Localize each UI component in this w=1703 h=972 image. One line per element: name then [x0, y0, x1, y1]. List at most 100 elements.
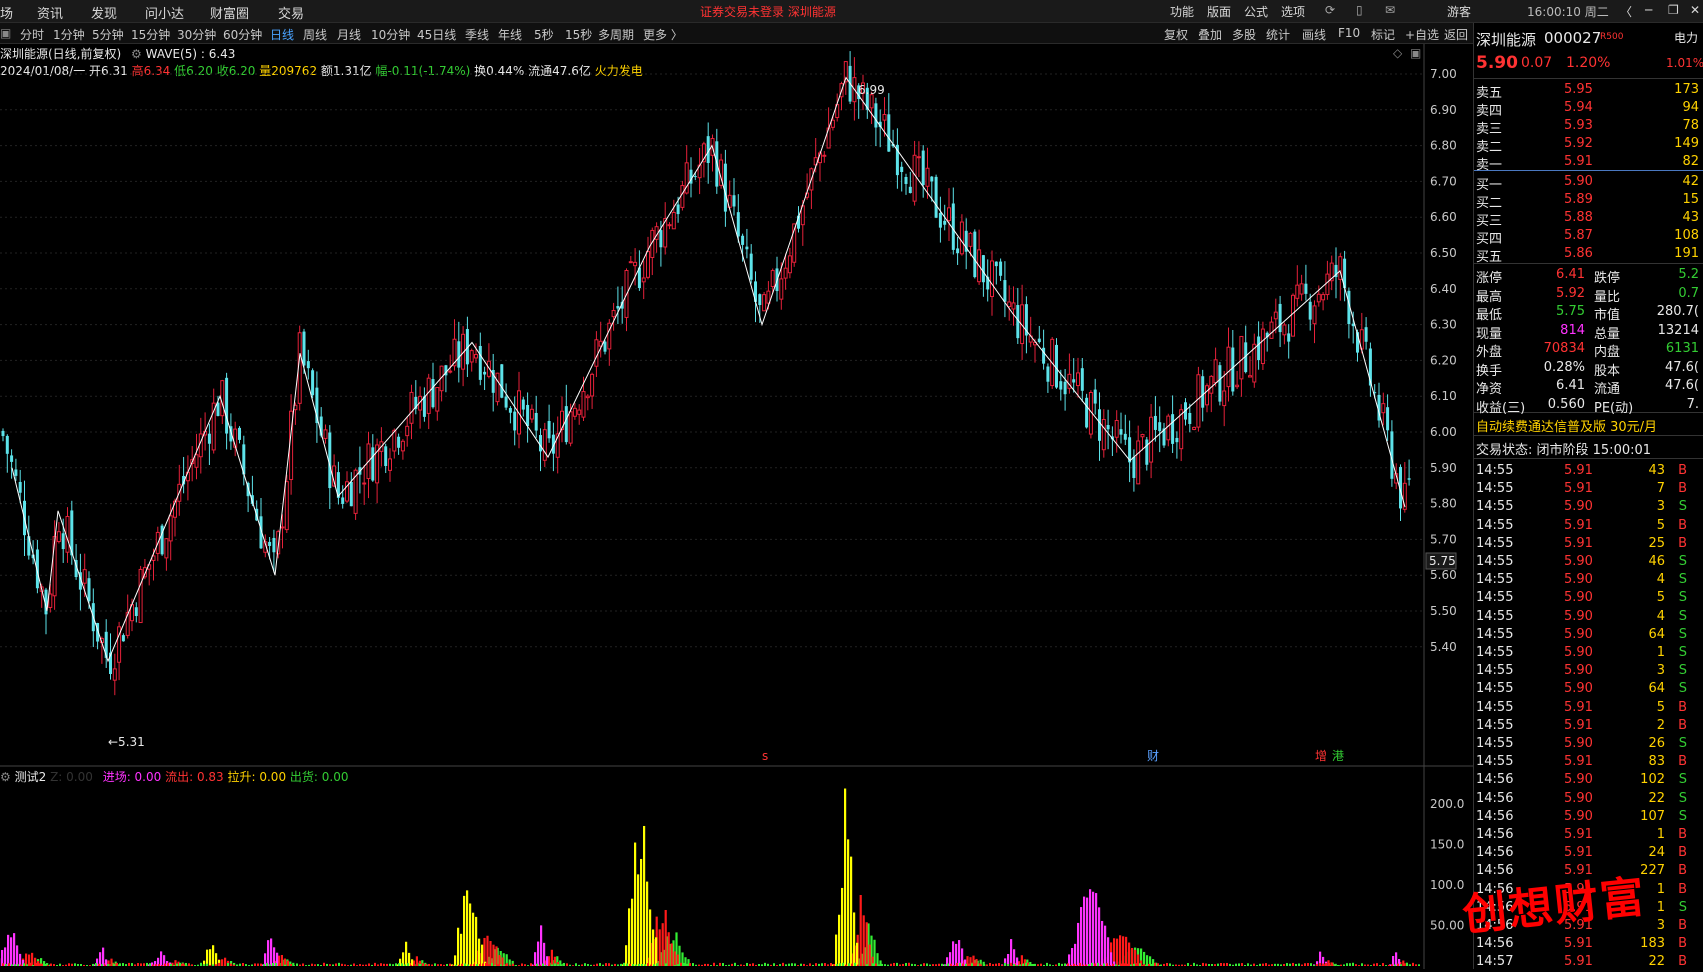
period-tab[interactable]: 多周期 [598, 26, 634, 43]
refresh-icon[interactable]: ⟳ [1325, 3, 1335, 17]
tick-row[interactable]: 14:555.9143B [1476, 463, 1701, 481]
tick-row[interactable]: 14:555.912B [1476, 718, 1701, 736]
menu-item-news[interactable]: 资讯 [37, 3, 63, 22]
bid-row[interactable]: 买五5.86191 [1476, 246, 1701, 264]
period-tab-daily[interactable]: 日线 [270, 26, 294, 43]
stat-row[interactable]: 最高5.92量比0.7 [1476, 286, 1701, 304]
period-tab[interactable]: 10分钟 [371, 26, 410, 43]
tick-row[interactable]: 14:555.903S [1476, 499, 1701, 517]
tick-row[interactable]: 14:555.904S [1476, 572, 1701, 590]
menu-item-trade[interactable]: 交易 [278, 3, 304, 22]
menu-item-0[interactable]: 场 [0, 3, 13, 22]
tick-row[interactable]: 14:565.911B [1476, 827, 1701, 845]
period-tab[interactable]: 季线 [465, 26, 489, 43]
toolbar-stats[interactable]: 统计 [1266, 26, 1290, 43]
period-tab[interactable]: 45日线 [417, 26, 456, 43]
period-tab[interactable]: 60分钟 [223, 26, 262, 43]
bid-row[interactable]: 买一5.9042 [1476, 174, 1701, 192]
menu-function[interactable]: 功能 [1170, 3, 1194, 20]
promo-text[interactable]: 自动续费通达信普及版 30元/月 [1476, 416, 1657, 435]
back-icon[interactable]: 〈 [1620, 3, 1632, 20]
tick-row[interactable]: 14:555.9026S [1476, 736, 1701, 754]
ask-row[interactable]: 卖三5.9378 [1476, 118, 1701, 136]
event-mark-increase[interactable]: 增 [1315, 749, 1327, 763]
stat-row[interactable]: 最低5.75市值280.7( [1476, 304, 1701, 322]
period-tab[interactable]: 5分钟 [92, 26, 124, 43]
toolbar-f10[interactable]: F10 [1338, 26, 1360, 40]
tick-row[interactable]: 14:555.903S [1476, 663, 1701, 681]
menu-formula[interactable]: 公式 [1244, 3, 1268, 20]
tick-row[interactable]: 14:555.901S [1476, 645, 1701, 663]
period-tab[interactable]: 30分钟 [177, 26, 216, 43]
candlestick-chart[interactable]: 7.006.906.806.706.606.506.406.306.206.10… [0, 44, 1473, 768]
tick-row[interactable]: 14:555.915B [1476, 518, 1701, 536]
menu-options[interactable]: 选项 [1281, 3, 1305, 20]
menu-item-wealth[interactable]: 财富圈 [210, 3, 249, 22]
tick-row[interactable]: 14:555.9125B [1476, 536, 1701, 554]
login-notice[interactable]: 证券交易未登录 深圳能源 [700, 3, 836, 20]
tick-row[interactable]: 14:575.9122B [1476, 954, 1701, 972]
tick-row[interactable]: 14:555.904S [1476, 609, 1701, 627]
tick-row[interactable]: 14:565.9022S [1476, 791, 1701, 809]
period-tab[interactable]: 分时 [20, 26, 44, 43]
tick-row[interactable]: 14:555.9046S [1476, 554, 1701, 572]
phone-icon[interactable]: ▯ [1356, 3, 1363, 17]
period-tab[interactable]: 1分钟 [53, 26, 85, 43]
period-tab[interactable]: 年线 [498, 26, 522, 43]
toolbar-draw[interactable]: 画线 [1302, 26, 1326, 43]
period-tab[interactable]: 15秒 [565, 26, 592, 43]
period-tab[interactable]: 15分钟 [131, 26, 170, 43]
stat-row[interactable]: 换手0.28%股本47.6( [1476, 360, 1701, 378]
stat-row[interactable]: 外盘70834内盘6131 [1476, 341, 1701, 359]
ask-row[interactable]: 卖四5.9494 [1476, 100, 1701, 118]
mail-icon[interactable]: ✉ [1385, 3, 1395, 17]
indicator-bar [989, 963, 991, 966]
stat-row[interactable]: 现量814总量13214 [1476, 323, 1701, 341]
toolbar-adjust[interactable]: 复权 [1164, 26, 1188, 43]
close-icon[interactable]: ✕ [1690, 3, 1700, 17]
period-tab[interactable]: 5秒 [534, 26, 554, 43]
tick-row[interactable]: 14:555.9064S [1476, 681, 1701, 699]
tick-row[interactable]: 14:555.915B [1476, 700, 1701, 718]
tick-row[interactable]: 14:555.9064S [1476, 627, 1701, 645]
period-tab[interactable]: 周线 [303, 26, 327, 43]
toolbar-mark[interactable]: 标记 [1371, 26, 1395, 43]
tick-row[interactable]: 14:555.917B [1476, 481, 1701, 499]
ask-row[interactable]: 卖一5.9182 [1476, 154, 1701, 172]
more-periods[interactable]: 更多 〉 [643, 26, 683, 43]
menu-item-discover[interactable]: 发现 [91, 3, 117, 22]
event-mark-finance[interactable]: 财 [1147, 749, 1159, 763]
promo-line[interactable]: 自动续费通达信普及版 30元/月 [1476, 416, 1701, 434]
stat-row[interactable]: 净资6.41流通47.6( [1476, 378, 1701, 396]
stat-row[interactable]: 涨停6.41跌停5.2 [1476, 267, 1701, 285]
toolbar-add-fav[interactable]: +自选 [1405, 26, 1439, 43]
restore-icon[interactable]: ❐ [1668, 3, 1679, 17]
minimize-icon[interactable]: ─ [1645, 3, 1652, 17]
bid-row[interactable]: 买四5.87108 [1476, 228, 1701, 246]
ask-row[interactable]: 卖五5.95173 [1476, 82, 1701, 100]
indicator-histogram[interactable]: 200.0150.0100.050.00 [0, 768, 1473, 969]
tick-row[interactable]: 14:565.90102S [1476, 772, 1701, 790]
tick-row[interactable]: 14:565.90107S [1476, 809, 1701, 827]
period-tab[interactable]: 月线 [337, 26, 361, 43]
tick-row[interactable]: 14:555.905S [1476, 590, 1701, 608]
toolbar-multi[interactable]: 多股 [1232, 26, 1256, 43]
toolbar-back[interactable]: 返回 [1444, 26, 1468, 43]
menu-layout[interactable]: 版面 [1207, 3, 1231, 20]
bid-row[interactable]: 买二5.8915 [1476, 192, 1701, 210]
menu-item-assistant[interactable]: 问小达 [145, 3, 184, 22]
toolbar-overlay[interactable]: 叠加 [1198, 26, 1222, 43]
event-mark-hk[interactable]: 港 [1332, 749, 1344, 763]
candle-body [341, 497, 344, 503]
toggle-icon[interactable]: ▣ [0, 26, 11, 40]
event-mark-s[interactable]: s [762, 749, 768, 763]
tick-row[interactable]: 14:555.9183B [1476, 754, 1701, 772]
stat-row[interactable]: 收益(三)0.560PE(动)7. [1476, 397, 1701, 415]
indicator-bar [1010, 939, 1012, 966]
tick-row[interactable]: 14:565.91183B [1476, 936, 1701, 954]
ask-row[interactable]: 卖二5.92149 [1476, 136, 1701, 154]
tick-row[interactable]: 14:565.9124B [1476, 845, 1701, 863]
guest-label[interactable]: 游客 [1447, 3, 1471, 20]
sector-tag-right[interactable]: 电力 [1674, 29, 1698, 46]
bid-row[interactable]: 买三5.8843 [1476, 210, 1701, 228]
